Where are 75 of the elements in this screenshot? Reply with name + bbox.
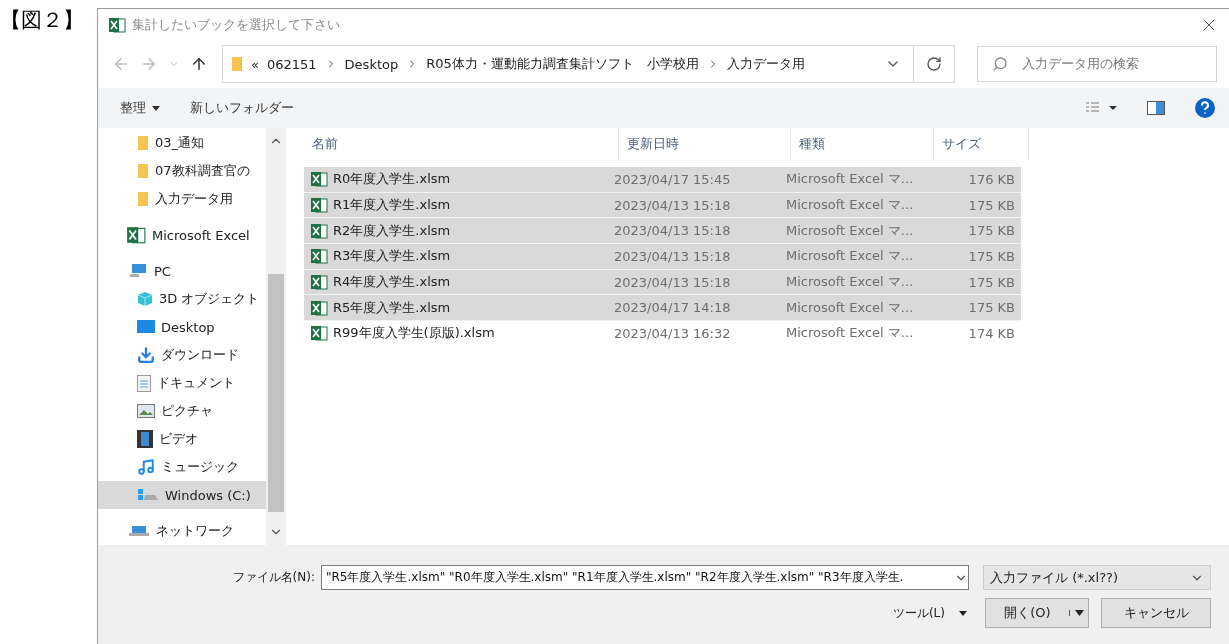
nav-item[interactable]: ドキュメント xyxy=(98,369,266,397)
folder-icon xyxy=(137,191,149,207)
folder-icon xyxy=(231,56,243,72)
nav-item[interactable]: 入力データ用 xyxy=(98,185,266,213)
address-bar[interactable]: « 062151 Desktop R05体力・運動能力調査集計ソフト 小学校用 入力データ用 xyxy=(222,45,955,83)
view-options-icon[interactable] xyxy=(1085,101,1117,115)
caret-icon xyxy=(152,105,160,111)
file-row[interactable]: R99年度入学生(原版).xlsm 2023/04/13 16:32 Microsoft Excel マ... 174 KB xyxy=(304,321,1021,347)
spreadsheet-file-icon xyxy=(310,170,328,189)
film-icon xyxy=(137,430,153,448)
breadcrumb[interactable]: R05体力・運動能力調査集計ソフト 小学校用 xyxy=(426,55,699,73)
cube-icon xyxy=(137,291,153,307)
nav-item[interactable]: PC xyxy=(98,257,266,285)
nav-item[interactable]: ビデオ xyxy=(98,425,266,453)
help-icon[interactable] xyxy=(1195,98,1215,118)
window-title: 集計したいブックを選択して下さい xyxy=(132,15,341,34)
nav-item[interactable]: Microsoft Excel xyxy=(98,221,266,249)
breadcrumb[interactable]: Desktop xyxy=(344,56,399,72)
network-icon xyxy=(128,524,150,538)
drive-icon xyxy=(137,487,159,503)
file-row[interactable]: R1年度入学生.xlsm 2023/04/13 15:18 Microsoft Excel マ... 175 KB xyxy=(304,192,1021,219)
scrollbar[interactable] xyxy=(266,128,286,545)
spreadsheet-file-icon xyxy=(108,15,126,34)
spreadsheet-file-icon xyxy=(310,221,328,240)
nav-item[interactable]: Desktop xyxy=(98,313,266,341)
breadcrumb[interactable]: « xyxy=(251,56,259,72)
up-icon[interactable] xyxy=(190,55,208,73)
folder-icon xyxy=(137,163,149,179)
column-header[interactable]: サイズ xyxy=(934,128,1029,160)
file-row[interactable]: R5年度入学生.xlsm 2023/04/17 14:18 Microsoft Excel マ... 175 KB xyxy=(304,295,1021,322)
caret-icon xyxy=(959,610,967,616)
file-row[interactable]: R0年度入学生.xlsm 2023/04/17 15:45 Microsoft Excel マ... 176 KB xyxy=(304,167,1021,193)
document-icon xyxy=(137,374,151,392)
spreadsheet-file-icon xyxy=(310,324,328,343)
nav-item[interactable]: ネットワーク xyxy=(98,517,266,545)
cancel-button[interactable]: キャンセル xyxy=(1101,598,1211,628)
music-note-icon xyxy=(137,458,155,476)
nav-item[interactable]: Windows (C:) xyxy=(98,481,266,509)
computer-icon xyxy=(128,263,148,279)
column-header[interactable]: 名前 xyxy=(304,128,619,160)
file-row[interactable]: R3年度入学生.xlsm 2023/04/13 15:18 Microsoft Excel マ... 175 KB xyxy=(304,244,1021,270)
column-header[interactable]: 更新日時 xyxy=(619,128,791,160)
nav-item[interactable]: ダウンロード xyxy=(98,341,266,369)
filename-label: ファイル名(N): xyxy=(232,569,315,586)
column-header[interactable]: 種類 xyxy=(791,128,934,160)
file-row[interactable]: R4年度入学生.xlsm 2023/04/13 15:18 Microsoft Excel マ... 175 KB xyxy=(304,269,1021,296)
nav-item[interactable]: ミュージック xyxy=(98,453,266,481)
filename-field[interactable]: "R5年度入学生.xlsm" "R0年度入学生.xlsm" "R1年度入学生.xlsm" "R2年度入学生.xlsm" "R3年度入学生. xyxy=(321,565,969,590)
spreadsheet-file-icon xyxy=(310,298,328,317)
breadcrumb[interactable]: 入力データ用 xyxy=(726,55,805,73)
spreadsheet-file-icon xyxy=(310,247,328,266)
refresh-icon[interactable] xyxy=(926,56,942,72)
picture-icon xyxy=(137,404,155,418)
new-folder-button[interactable]: 新しいフォルダー xyxy=(190,99,294,117)
open-button[interactable]: 開く(O) xyxy=(985,598,1089,628)
file-row[interactable]: R2年度入学生.xlsm 2023/04/13 15:18 Microsoft Excel マ... 175 KB xyxy=(304,218,1021,245)
nav-item[interactable]: 07教科調査官の xyxy=(98,157,266,185)
search-icon xyxy=(992,56,1008,72)
organize-menu[interactable]: 整理 xyxy=(120,99,160,117)
preview-pane-icon[interactable] xyxy=(1147,101,1165,115)
caret-icon xyxy=(1074,610,1084,616)
desktop-icon xyxy=(137,320,155,334)
breadcrumb[interactable]: 062151 xyxy=(266,56,317,72)
spreadsheet-file-icon xyxy=(310,273,328,292)
download-icon xyxy=(137,346,155,364)
nav-item[interactable]: ピクチャ xyxy=(98,397,266,425)
search-field[interactable]: 入力データ用の検索 xyxy=(977,46,1217,82)
folder-icon xyxy=(137,135,149,151)
spreadsheet-file-icon xyxy=(126,225,146,245)
nav-item[interactable]: 3D オブジェクト xyxy=(98,285,266,313)
nav-item[interactable]: 03_通知 xyxy=(98,129,266,157)
file-type-dropdown[interactable]: 入力ファイル (*.xl??) xyxy=(983,565,1211,590)
figure-label: 【図２】 xyxy=(0,8,84,32)
tools-menu[interactable]: ツール(L) xyxy=(892,604,967,622)
spreadsheet-file-icon xyxy=(310,196,328,215)
